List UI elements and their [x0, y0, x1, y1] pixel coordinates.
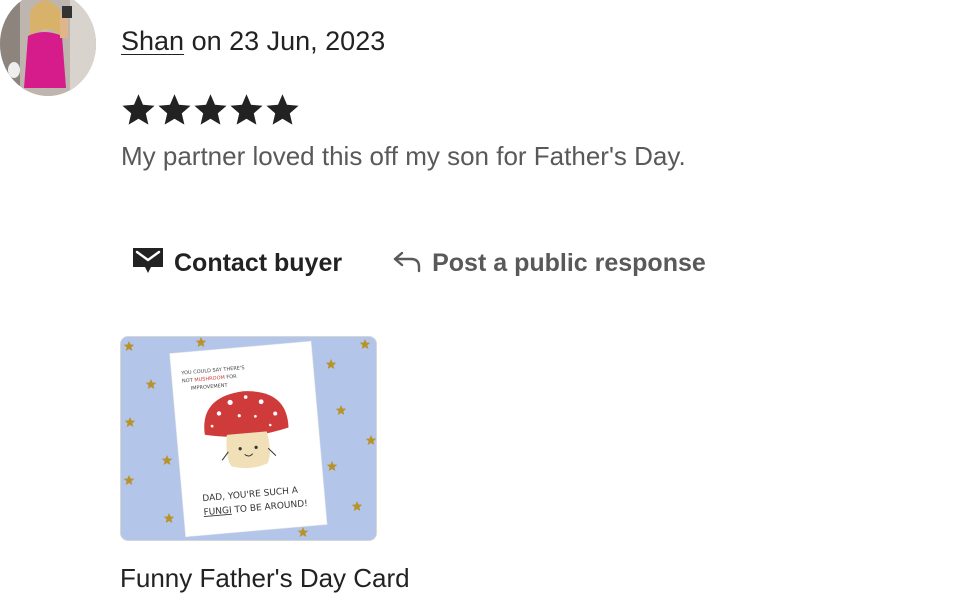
contact-buyer-button[interactable]: Contact buyer [132, 245, 342, 282]
star-icon [194, 94, 227, 125]
post-public-response-label: Post a public response [432, 249, 706, 277]
envelope-icon [132, 245, 164, 282]
post-public-response-button[interactable]: Post a public response [392, 247, 706, 280]
review-date: on 23 Jun, 2023 [184, 26, 386, 56]
review-byline: Shan on 23 Jun, 2023 [121, 26, 385, 57]
review-actions: Contact buyer Post a public response [132, 245, 706, 282]
star-icon [158, 94, 191, 125]
reviewer-avatar[interactable] [0, 0, 96, 96]
listing-thumbnail[interactable]: YOU COULD SAY THERE'S NOT MUSHROOM FOR I… [120, 336, 377, 541]
listing-title-link[interactable]: Funny Father's Day Card [120, 563, 410, 594]
contact-buyer-label: Contact buyer [174, 249, 343, 277]
star-icon [230, 94, 263, 125]
reply-arrow-icon [392, 247, 422, 280]
star-icon [266, 94, 299, 125]
star-icon [122, 94, 155, 125]
star-rating [121, 92, 300, 127]
review-text: My partner loved this off my son for Fat… [121, 141, 686, 171]
reviewer-name-link[interactable]: Shan [121, 26, 184, 56]
